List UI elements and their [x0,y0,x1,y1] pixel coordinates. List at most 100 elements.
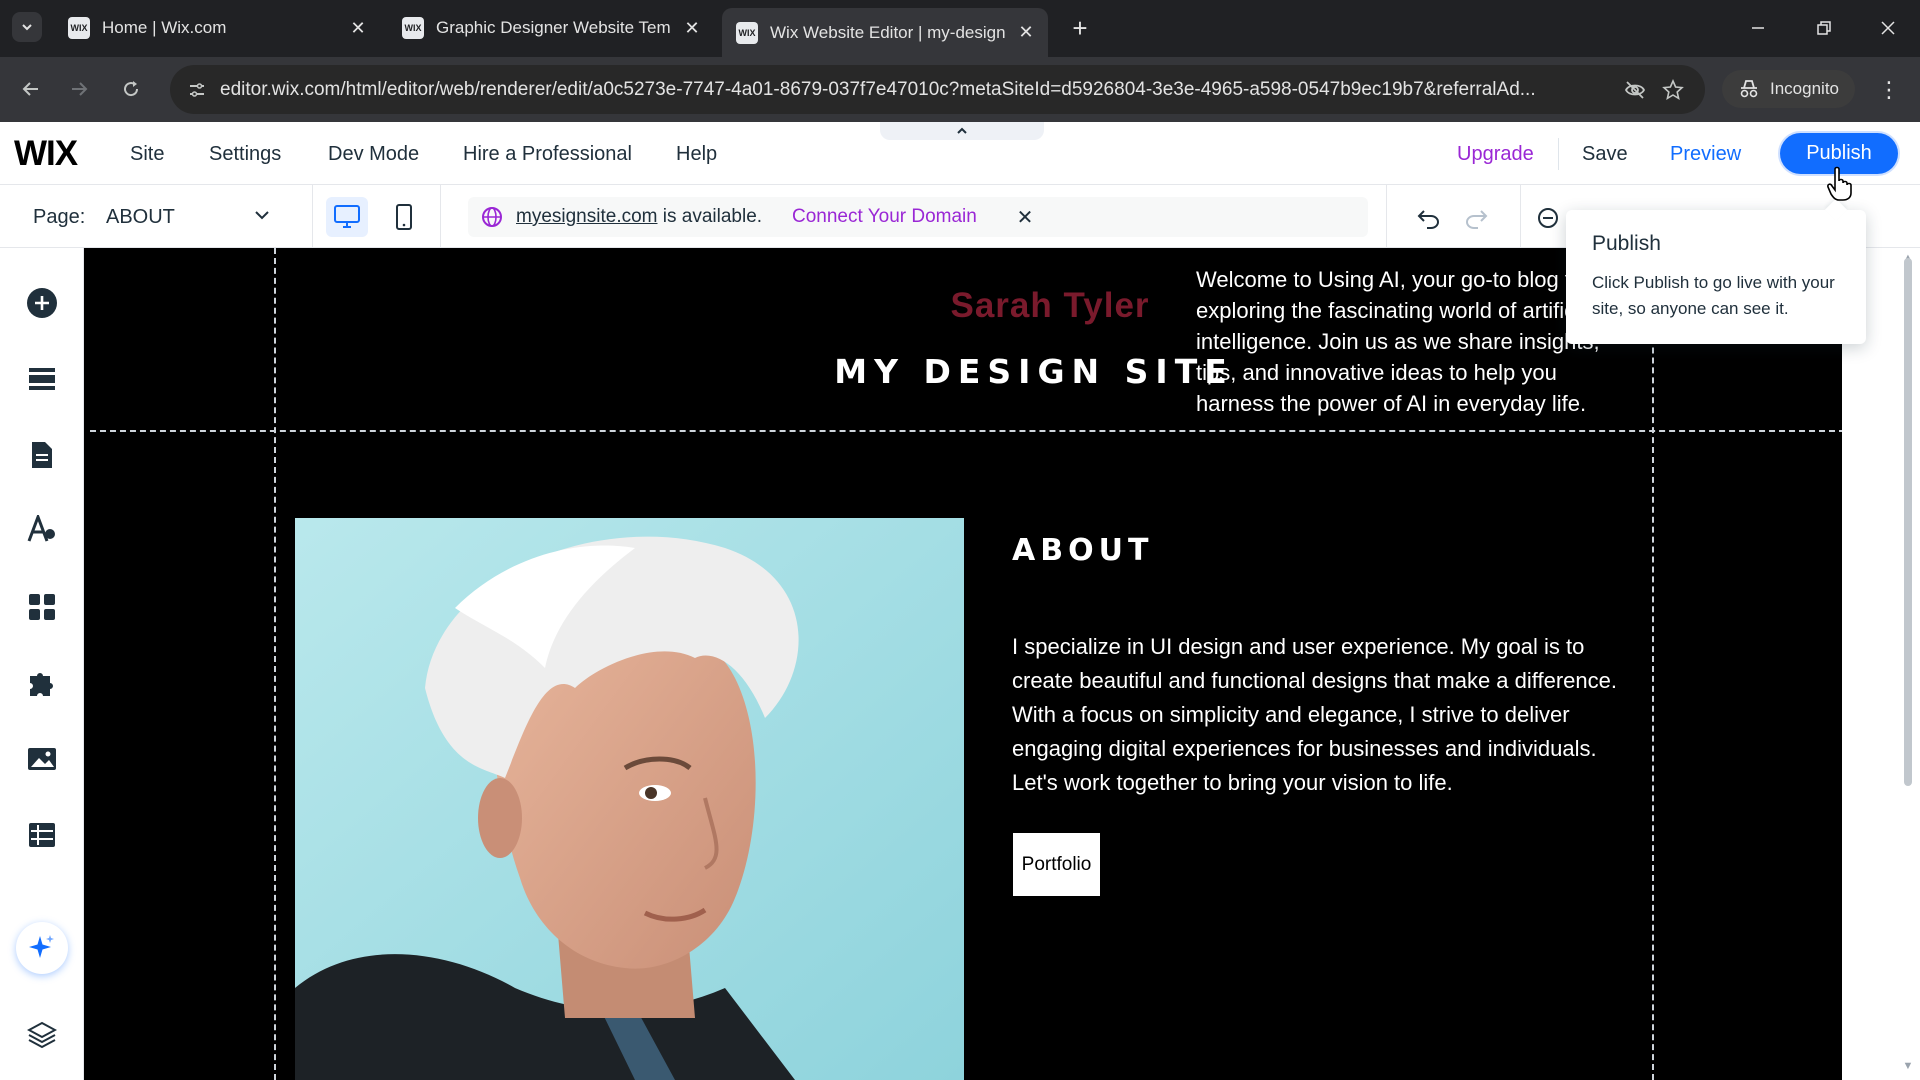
tooltip-body: Click Publish to go live with your site,… [1592,273,1835,318]
bookmark-star-icon[interactable] [1660,77,1686,103]
portrait-illustration [295,518,964,1080]
menu-dev-mode[interactable]: Dev Mode [328,143,419,166]
tab-search-button[interactable] [12,12,42,42]
divider [1520,185,1521,248]
menu-help[interactable]: Help [676,143,717,166]
page-label: Page: [33,206,86,228]
mobile-view-button[interactable] [383,197,425,237]
eye-off-icon[interactable] [1622,77,1648,103]
pages-icon [32,442,52,468]
sections-icon [29,368,55,390]
wix-favicon-icon: WIX [736,21,758,44]
table-icon [29,823,55,847]
address-bar[interactable]: editor.wix.com/html/editor/web/renderer/… [170,65,1705,114]
cms-button[interactable] [21,814,63,856]
preview-button[interactable]: Preview [1670,143,1741,166]
site-design-button[interactable] [21,508,63,550]
collapse-toolbar-button[interactable] [880,122,1044,140]
browser-menu-icon[interactable]: ⋮ [1874,75,1904,105]
forward-arrow-icon[interactable] [62,72,96,106]
browser-tab-strip: WIX Home | Wix.com ✕ WIX Graphic Designe… [0,0,1920,57]
tab-editor[interactable]: WIX Wix Website Editor | my-design ✕ [722,8,1048,57]
close-icon[interactable]: ✕ [348,18,368,38]
new-tab-button[interactable]: + [1066,13,1094,43]
save-button[interactable]: Save [1582,143,1628,166]
desktop-view-button[interactable] [326,197,368,237]
puzzle-icon [30,673,53,696]
editor-canvas[interactable]: Sarah Tyler MY DESIGN SITE Welcome to Us… [84,248,1842,1080]
menu-site[interactable]: Site [130,143,164,166]
editor-top-bar: WIX Site Settings Dev Mode Hire a Profes… [0,122,1920,185]
scroll-down-arrow-icon[interactable]: ▼ [1900,1060,1916,1072]
domain-banner: myesignsite.com is available. Connect Yo… [468,197,1368,237]
tab-title: Wix Website Editor | my-design [770,22,1006,42]
window-close-icon[interactable] [1870,12,1906,44]
close-icon[interactable]: ✕ [1016,22,1036,43]
header-boundary-line [90,430,1842,432]
tab-template[interactable]: WIX Graphic Designer Website Tem ✕ [388,8,714,48]
pages-menu-button[interactable] [21,434,63,476]
publish-tooltip: Publish Click Publish to go live with yo… [1566,210,1866,344]
tooltip-title: Publish [1592,232,1661,255]
chevron-down-icon [22,24,32,31]
layers-button[interactable] [21,1014,63,1056]
divider [312,185,313,248]
menu-hire-professional[interactable]: Hire a Professional [463,143,632,166]
about-heading[interactable]: ABOUT [1012,533,1153,568]
design-icon [27,515,55,542]
wix-logo[interactable]: WIX [14,134,78,174]
canvas-scrollbar[interactable] [1904,258,1912,786]
tab-title: Home | Wix.com [102,18,227,37]
portrait-image[interactable] [295,518,964,1080]
divider [440,185,441,248]
undo-icon[interactable] [1414,203,1444,233]
menu-settings[interactable]: Settings [209,143,281,166]
plus-circle-icon [27,288,57,318]
domain-status: is available. [662,206,763,227]
add-section-button[interactable] [21,358,63,400]
site-settings-icon[interactable] [184,77,210,103]
back-arrow-icon[interactable] [14,72,48,106]
grid-guide-line [274,248,276,1080]
blog-intro-text[interactable]: Welcome to Using AI, your go-to blog for… [1196,264,1616,419]
chevron-down-icon[interactable] [250,203,274,227]
reload-icon[interactable] [114,72,148,106]
business-tools-button[interactable] [21,662,63,704]
incognito-label: Incognito [1770,79,1839,98]
add-elements-button[interactable] [21,282,63,324]
domain-availability-text: myesignsite.com is available. [516,206,762,228]
close-icon[interactable]: ✕ [1011,203,1039,231]
url-text: editor.wix.com/html/editor/web/renderer/… [220,79,1536,100]
close-icon[interactable]: ✕ [682,18,702,38]
grid-guide-line [1652,248,1654,1080]
wix-favicon-icon: WIX [402,17,424,39]
browser-toolbar: editor.wix.com/html/editor/web/renderer/… [0,57,1920,122]
desktop-icon [334,205,360,228]
ai-assistant-button[interactable] [16,922,68,974]
sparkle-icon [29,935,54,958]
restore-icon[interactable] [1806,12,1842,44]
site-owner-name[interactable]: Sarah Tyler [860,286,1240,326]
incognito-badge[interactable]: Incognito [1722,70,1855,108]
divider [1558,138,1559,170]
hand-pointer-icon [1827,166,1852,201]
globe-icon [482,207,502,227]
tab-home[interactable]: WIX Home | Wix.com ✕ [54,8,380,48]
left-toolbar [0,248,84,1080]
mobile-icon [396,204,412,230]
portfolio-button[interactable]: Portfolio [1013,833,1100,896]
add-apps-button[interactable] [21,586,63,628]
media-button[interactable] [21,738,63,780]
upgrade-link[interactable]: Upgrade [1457,143,1534,166]
tab-title: Graphic Designer Website Tem [436,18,671,37]
connect-domain-link[interactable]: Connect Your Domain [792,206,977,228]
domain-link[interactable]: myesignsite.com [516,206,658,227]
divider [1386,185,1387,248]
about-body-text[interactable]: I specialize in UI design and user exper… [1012,630,1642,800]
redo-icon[interactable] [1461,203,1491,233]
zoom-out-icon[interactable] [1533,203,1563,233]
minimize-icon[interactable] [1740,12,1776,44]
apps-grid-icon [29,594,55,620]
page-selector[interactable]: ABOUT [106,206,175,229]
wix-favicon-icon: WIX [68,17,90,39]
